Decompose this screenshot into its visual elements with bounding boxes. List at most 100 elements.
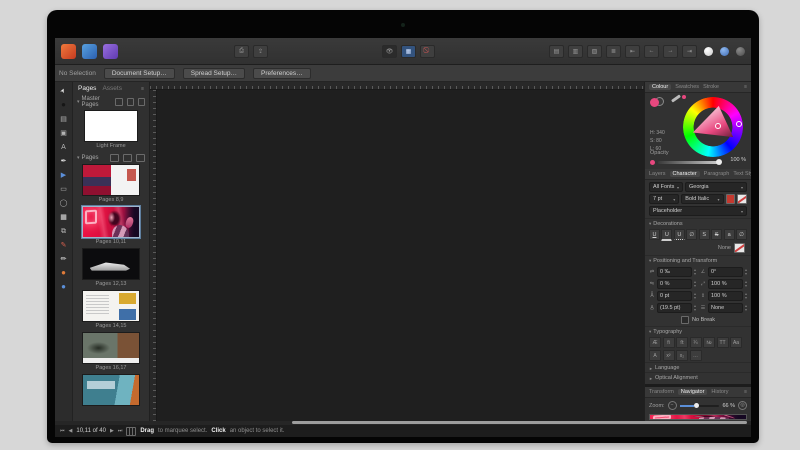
duplicate-page-icon[interactable] xyxy=(123,154,132,162)
kerning-field[interactable]: 0 % xyxy=(657,279,692,289)
positioning-header[interactable]: Positioning and Transform xyxy=(645,255,751,265)
delete-master-icon[interactable] xyxy=(138,98,145,106)
stylistic-set-icon[interactable]: Aa xyxy=(730,337,742,348)
font-size-select[interactable]: 7 pt xyxy=(649,194,679,204)
zoom-slider-knob[interactable] xyxy=(694,403,699,408)
appearance-light-icon[interactable] xyxy=(704,47,713,56)
text-fill-swatch[interactable] xyxy=(726,194,736,204)
page-grid-icon[interactable] xyxy=(126,427,136,436)
h-scale-field[interactable]: 100 % xyxy=(708,279,743,289)
move-to-back-icon[interactable]: ⇤ xyxy=(625,45,640,58)
typography-header[interactable]: Typography xyxy=(645,326,751,336)
tab-history[interactable]: History xyxy=(711,389,728,395)
titling-icon[interactable]: TT xyxy=(717,337,729,348)
page-item[interactable]: Pages 12,13 xyxy=(73,248,149,289)
eyedropper-icon[interactable] xyxy=(671,94,681,102)
tab-character[interactable]: Character xyxy=(670,171,700,177)
node-tool-icon[interactable]: ▶ xyxy=(57,169,70,181)
master-page-thumbnail[interactable] xyxy=(84,110,138,142)
tab-transform[interactable]: Transform xyxy=(649,389,674,395)
page-item-selected[interactable]: Pages 10,11 xyxy=(73,206,149,247)
hue-selector-dot[interactable] xyxy=(736,121,742,127)
decoration-colour-swatch[interactable] xyxy=(734,243,745,253)
page-thumbnail-12-13[interactable] xyxy=(82,248,140,280)
navigator-thumbnail[interactable] xyxy=(649,414,747,420)
pages-panel-menu-icon[interactable] xyxy=(141,86,144,92)
underline-icon[interactable]: U xyxy=(649,229,660,240)
document-setup-button[interactable]: Document Setup… xyxy=(104,68,175,79)
preview-eye-icon[interactable]: 👁 xyxy=(382,45,397,58)
page-item[interactable]: Pages 14,15 xyxy=(73,290,149,331)
export-icon[interactable]: ⇪ xyxy=(253,45,268,58)
tab-assets[interactable]: Assets xyxy=(102,85,122,92)
spread-setup-button[interactable]: Spread Setup… xyxy=(183,68,245,79)
tab-text-styles[interactable]: Text Styles xyxy=(733,171,751,177)
colour-panel-menu-icon[interactable] xyxy=(744,84,747,90)
optical-alignment-header[interactable]: Optical Alignment xyxy=(645,372,751,382)
photo-persona-icon[interactable] xyxy=(82,44,97,59)
leading-override-field[interactable]: None xyxy=(708,303,743,313)
rectangle-tool-icon[interactable]: ▭ xyxy=(57,183,70,195)
previous-page-icon[interactable]: ◀ xyxy=(69,428,73,434)
snapping-off-icon[interactable]: ⃠ xyxy=(420,45,435,58)
text-stroke-swatch[interactable] xyxy=(737,194,747,204)
page-thumbnail-partial[interactable] xyxy=(82,374,140,406)
tab-swatches[interactable]: Swatches xyxy=(675,84,699,90)
vector-brush-tool-icon[interactable]: ✎ xyxy=(57,239,70,251)
table-tool-icon[interactable]: ▦ xyxy=(57,211,70,223)
pages-section-header[interactable]: Pages xyxy=(73,152,149,164)
tab-layers[interactable]: Layers xyxy=(649,171,666,177)
pencil-tool-icon[interactable]: ✏ xyxy=(57,253,70,265)
move-tool-icon[interactable]: ➤ xyxy=(55,83,71,100)
baseline-field[interactable]: 0 pt xyxy=(657,291,692,301)
frame-text-tool-icon[interactable]: ▤ xyxy=(57,113,70,125)
case-icon[interactable]: A xyxy=(649,350,661,361)
transform-tool-icon[interactable]: ⧉ xyxy=(57,225,70,237)
no-underline-icon[interactable]: ∅ xyxy=(686,229,697,240)
move-to-front-icon[interactable]: ⇥ xyxy=(682,45,697,58)
horizontal-scrollbar[interactable] xyxy=(292,421,747,424)
document-viewport[interactable]: 10 | Glamour Magazine Glamour Magazine xyxy=(157,90,644,421)
text-style-select[interactable]: Placeholder xyxy=(649,206,747,216)
discretionary-ligatures-icon[interactable]: ﬅ xyxy=(676,337,688,348)
zoom-slider[interactable] xyxy=(680,405,720,407)
ellipse-tool-icon[interactable]: ◯ xyxy=(57,197,70,209)
insert-inside-icon[interactable]: ▥ xyxy=(568,45,583,58)
last-page-icon[interactable]: ⏭ xyxy=(118,428,123,434)
page-thumbnail-10-11[interactable] xyxy=(82,206,140,238)
navigator-panel-menu-icon[interactable] xyxy=(744,389,747,395)
zoom-tool-icon[interactable]: ● xyxy=(57,281,70,293)
picture-frame-tool-icon[interactable]: ▣ xyxy=(57,127,70,139)
fill-tool-icon[interactable]: ● xyxy=(57,267,70,279)
text-wrap-icon[interactable]: ≣ xyxy=(606,45,621,58)
collapse-arrow-icon[interactable] xyxy=(77,99,80,105)
no-decoration-icon[interactable]: ∅ xyxy=(736,229,747,240)
move-backward-icon[interactable]: ← xyxy=(644,45,659,58)
tab-stroke[interactable]: Stroke xyxy=(703,84,719,90)
font-name-select[interactable]: Georgia xyxy=(685,182,747,192)
appearance-dark-icon[interactable] xyxy=(736,47,745,56)
double-strike-icon[interactable]: S xyxy=(711,229,722,240)
tracking-field[interactable]: 0 ‰ xyxy=(657,267,692,277)
delete-page-icon[interactable] xyxy=(136,154,145,162)
tab-colour[interactable]: Colour xyxy=(649,84,671,90)
ligatures-icon[interactable]: Æ xyxy=(649,337,661,348)
duplicate-master-icon[interactable] xyxy=(127,98,134,106)
appearance-blue-icon[interactable] xyxy=(720,47,729,56)
page-thumbnail-8-9[interactable] xyxy=(82,164,140,196)
fractions-icon[interactable]: ¼ xyxy=(690,337,702,348)
publisher-persona-icon[interactable] xyxy=(61,44,76,59)
subscript-icon[interactable]: x₂ xyxy=(676,350,688,361)
language-header[interactable]: Language xyxy=(645,362,751,372)
insert-ontop-icon[interactable]: ▧ xyxy=(587,45,602,58)
more-typography-icon[interactable]: … xyxy=(690,350,702,361)
strike-icon[interactable]: S xyxy=(699,229,710,240)
v-scale-field[interactable]: 100 % xyxy=(708,291,743,301)
smallcaps-icon[interactable]: a xyxy=(724,229,735,240)
pages-view-icon[interactable]: ▦ xyxy=(401,45,416,58)
superscript-icon[interactable]: x² xyxy=(663,350,675,361)
page-item[interactable]: Pages 16,17 xyxy=(73,332,149,373)
font-collection-select[interactable]: All Fonts xyxy=(649,182,683,192)
page-item[interactable]: Pages 8,9 xyxy=(73,164,149,205)
page-nav-value[interactable]: 10,11 of 40 xyxy=(76,428,106,434)
